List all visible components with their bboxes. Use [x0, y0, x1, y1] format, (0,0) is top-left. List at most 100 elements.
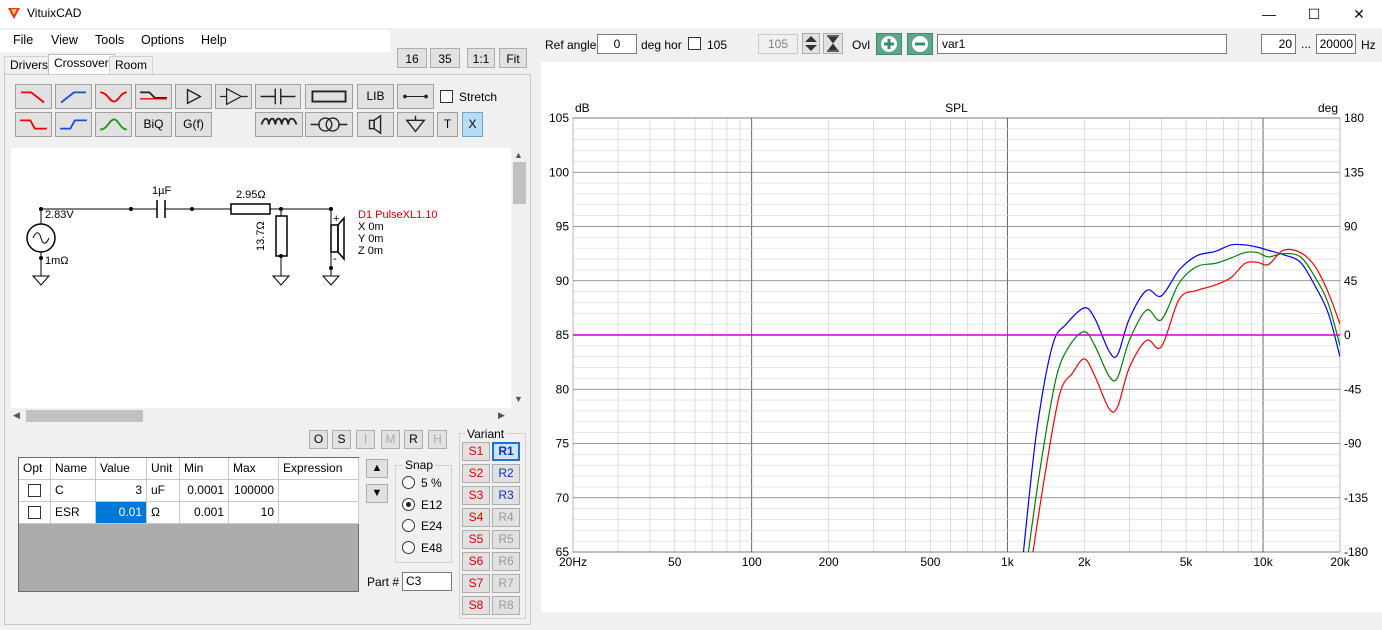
scroll-right-arrow-icon[interactable]: ▶	[498, 410, 505, 421]
move-up-button[interactable]: ▲	[366, 459, 388, 478]
move-down-button[interactable]: ▼	[366, 484, 388, 503]
lowpass-2-button[interactable]	[15, 112, 52, 137]
remove-overlay-button[interactable]	[907, 33, 933, 55]
part-o-button[interactable]: O	[309, 430, 328, 449]
highpass-blue-button[interactable]	[55, 84, 92, 109]
row1-expression[interactable]	[279, 480, 359, 502]
menu-help[interactable]: Help	[201, 33, 227, 47]
row2-expression[interactable]	[279, 502, 359, 524]
zoom-1to1-button[interactable]: 1:1	[467, 48, 495, 68]
spin-updown-button[interactable]	[802, 33, 820, 54]
transfer-function-button[interactable]: G(f)	[175, 112, 212, 137]
parameter-table[interactable]: Opt Name Value Unit Min Max Expression C…	[18, 457, 359, 592]
menu-view[interactable]: View	[51, 33, 78, 47]
zoom-35-button[interactable]: 35	[430, 48, 460, 68]
hourglass-button[interactable]	[823, 33, 843, 54]
tab-drivers[interactable]: Drivers	[4, 56, 54, 74]
hscroll-thumb[interactable]	[26, 410, 143, 422]
zoom-fit-button[interactable]: Fit	[499, 48, 527, 68]
variant-s1-button[interactable]: S1	[462, 442, 490, 461]
schematic-vertical-scrollbar[interactable]: ▲ ▼	[511, 148, 528, 408]
stretch-checkbox[interactable]	[440, 90, 453, 103]
speaker-button[interactable]	[357, 112, 394, 137]
menu-options[interactable]: Options	[141, 33, 184, 47]
ref-angle-input[interactable]: 0	[597, 34, 637, 54]
snap-5pct-radio[interactable]	[402, 476, 415, 489]
variant-r7-button[interactable]: R7	[492, 574, 520, 593]
menu-file[interactable]: File	[13, 33, 33, 47]
schematic-horizontal-scrollbar[interactable]: ◀ ▶	[11, 408, 511, 424]
transformer-button[interactable]	[305, 112, 353, 137]
biquad-button[interactable]: BiQ	[135, 112, 172, 137]
zoom-16-button[interactable]: 16	[397, 48, 427, 68]
part-r-button[interactable]: R	[404, 430, 423, 449]
variant-r4-button[interactable]: R4	[492, 508, 520, 527]
text-tool-button[interactable]: T	[437, 112, 458, 137]
variant-s2-button[interactable]: S2	[462, 464, 490, 483]
scroll-left-arrow-icon[interactable]: ◀	[13, 410, 20, 421]
ground-button[interactable]	[397, 112, 434, 137]
x-tool-button[interactable]: X	[462, 112, 483, 137]
part-number-input[interactable]: C3	[402, 572, 452, 591]
variant-s4-button[interactable]: S4	[462, 508, 490, 527]
inductor-button[interactable]	[255, 112, 303, 137]
peak-green-button[interactable]	[95, 112, 132, 137]
part-i-button[interactable]: I	[356, 430, 375, 449]
part-m-button[interactable]: M	[381, 430, 400, 449]
row2-min[interactable]: 0.001	[180, 502, 229, 524]
variant-s8-button[interactable]: S8	[462, 596, 490, 615]
opamp-button[interactable]	[215, 84, 252, 109]
close-button[interactable]: ✕	[1336, 0, 1382, 28]
freq-min-input[interactable]: 20	[1261, 34, 1296, 54]
snap-e48-radio[interactable]	[402, 541, 415, 554]
variant-r8-button[interactable]: R8	[492, 596, 520, 615]
row2-max[interactable]: 10	[229, 502, 279, 524]
wire-button[interactable]	[397, 84, 434, 109]
notch-red-button[interactable]	[95, 84, 132, 109]
spl-chart[interactable]: 105 180 100 135 95 90 90 45 85 0 80 -45 75 -90 70 -135 6…	[541, 62, 1382, 612]
variant-name-input[interactable]: var1	[937, 34, 1227, 54]
highpass-2-button[interactable]	[55, 112, 92, 137]
add-overlay-button[interactable]	[876, 33, 902, 55]
x-tick-label: 10k	[1253, 555, 1273, 569]
variant-s7-button[interactable]: S7	[462, 574, 490, 593]
spl-max-checkbox[interactable]	[688, 37, 701, 50]
row2-value[interactable]: 0.01	[96, 502, 147, 524]
spl-max-input[interactable]: 105	[758, 34, 798, 54]
lowpass-red-button[interactable]	[15, 84, 52, 109]
menu-tools[interactable]: Tools	[95, 33, 124, 47]
row1-opt-checkbox[interactable]	[19, 480, 51, 502]
library-button[interactable]: LIB	[357, 84, 394, 109]
variant-r2-button[interactable]: R2	[492, 464, 520, 483]
buffer-button[interactable]	[175, 84, 212, 109]
variant-s3-button[interactable]: S3	[462, 486, 490, 505]
maximize-button[interactable]: ☐	[1291, 0, 1337, 28]
variant-s6-button[interactable]: S6	[462, 552, 490, 571]
variant-s5-button[interactable]: S5	[462, 530, 490, 549]
scroll-up-arrow-icon[interactable]: ▲	[514, 150, 523, 160]
scroll-thumb[interactable]	[513, 162, 526, 204]
capacitor-button[interactable]	[255, 84, 301, 109]
shelf-button[interactable]	[135, 84, 172, 109]
part-h-button[interactable]: H	[428, 430, 447, 449]
freq-max-input[interactable]: 20000	[1316, 34, 1356, 54]
variant-r6-button[interactable]: R6	[492, 552, 520, 571]
variant-r1-button[interactable]: R1	[492, 442, 520, 461]
part-s-button[interactable]: S	[332, 430, 351, 449]
row2-unit: Ω	[147, 502, 180, 524]
snap-e24-radio[interactable]	[402, 519, 415, 532]
minimize-button[interactable]: —	[1246, 0, 1292, 28]
row1-value[interactable]: 3	[96, 480, 147, 502]
variant-r3-button[interactable]: R3	[492, 486, 520, 505]
row2-name: ESR	[51, 502, 96, 524]
tab-crossover[interactable]: Crossover	[48, 54, 115, 75]
tab-room[interactable]: Room	[109, 56, 154, 74]
schematic-canvas[interactable]: + - 2.83V 1mΩ 1µF 2.95Ω 13.7Ω D1 PulseXL…	[11, 148, 511, 408]
row2-opt-checkbox[interactable]	[19, 502, 51, 524]
snap-e12-radio[interactable]	[402, 498, 415, 511]
resistor-button[interactable]	[305, 84, 353, 109]
variant-r5-button[interactable]: R5	[492, 530, 520, 549]
row1-min[interactable]: 0.0001	[180, 480, 229, 502]
scroll-down-arrow-icon[interactable]: ▼	[514, 394, 523, 404]
row1-max[interactable]: 100000	[229, 480, 279, 502]
